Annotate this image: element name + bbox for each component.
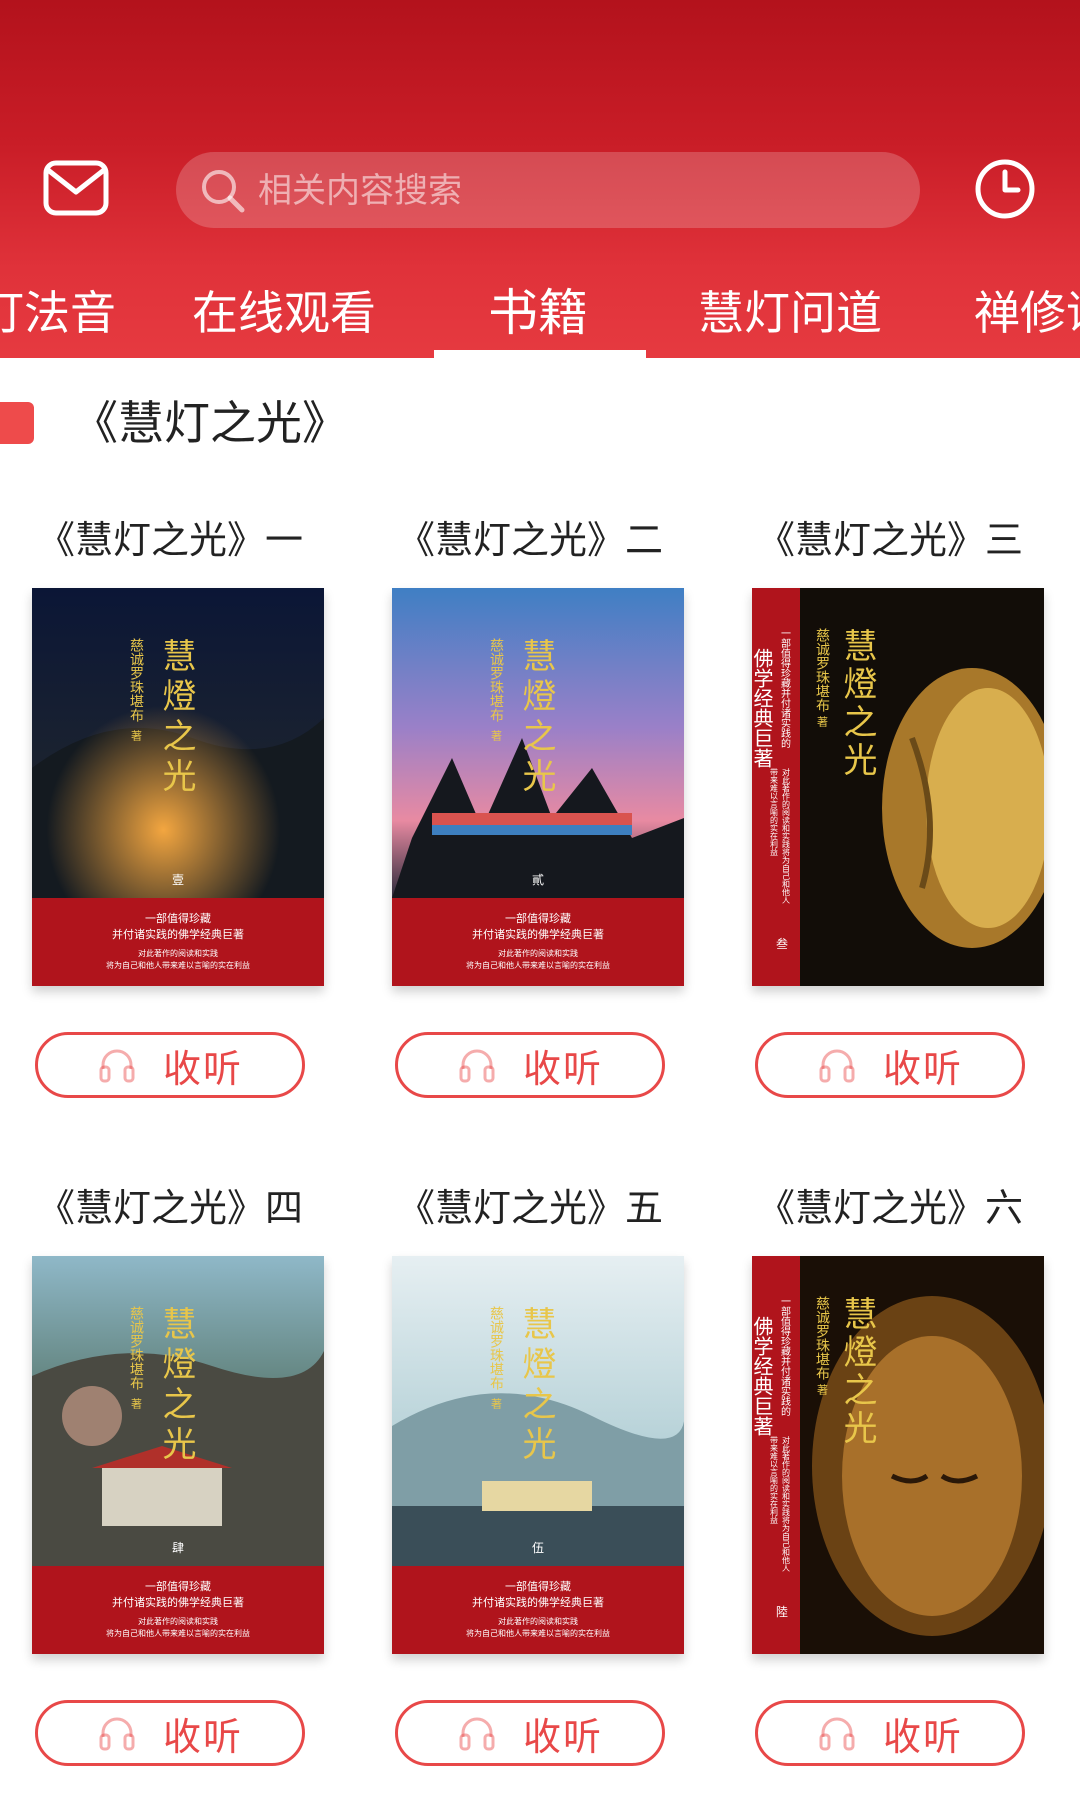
active-tab-indicator bbox=[434, 350, 646, 358]
cover-blurb2: 将为自己和他人带来难以言喻的实在利益 bbox=[466, 1628, 610, 1638]
clock-icon bbox=[975, 159, 1035, 219]
cover-side-tagline: 一部值得珍藏并付诸实践的 bbox=[779, 628, 791, 749]
book-title[interactable]: 《慧灯之光》二 bbox=[380, 512, 680, 568]
book-title[interactable]: 《慧灯之光》六 bbox=[740, 1180, 1040, 1236]
cover-blurb2: 带来难以言喻的实在利益 bbox=[770, 1436, 779, 1524]
cover-author-mark: 著 bbox=[816, 1383, 829, 1396]
listen-button[interactable]: 收听 bbox=[395, 1700, 665, 1766]
cover-author: 慈诚罗珠堪布 bbox=[488, 638, 504, 722]
cover-blurb: 对此著作的阅读和实践将为自己和他人 bbox=[782, 767, 791, 904]
cover-author: 慈诚罗珠堪布 bbox=[128, 638, 144, 722]
cover-book-name: 慧燈之光 bbox=[156, 1306, 196, 1466]
book-title[interactable]: 《慧灯之光》四 bbox=[20, 1180, 320, 1236]
cover-volume: 叁 bbox=[776, 936, 788, 951]
tab-books[interactable]: 书籍 bbox=[488, 276, 588, 350]
cover-author: 慈诚罗珠堪布 bbox=[814, 628, 830, 712]
cover-blurb2: 将为自己和他人带来难以言喻的实在利益 bbox=[466, 960, 610, 970]
tab-online-video[interactable]: 在线观看 bbox=[192, 276, 376, 350]
listen-label: 收听 bbox=[162, 1714, 243, 1759]
headphones-icon bbox=[99, 1049, 135, 1083]
category-tabs: 灯法音 在线观看 书籍 慧灯问道 禅修课 bbox=[0, 268, 1080, 358]
listen-label: 收听 bbox=[882, 1714, 963, 1759]
cover-volume: 伍 bbox=[532, 1541, 544, 1555]
listen-button[interactable]: 收听 bbox=[35, 1032, 305, 1098]
listen-label: 收听 bbox=[162, 1046, 243, 1091]
cover-tagline2: 并付诸实践的佛学经典巨著 bbox=[472, 927, 604, 941]
headphones-icon bbox=[459, 1049, 495, 1083]
listen-button[interactable]: 收听 bbox=[755, 1700, 1025, 1766]
book-cover[interactable]: 慈诚罗珠堪布 著 慧燈之光 壹 一部值得珍藏 并付诸实践的佛学经典巨著 对此著作… bbox=[32, 588, 324, 986]
cover-tagline2: 并付诸实践的佛学经典巨著 bbox=[112, 927, 244, 941]
cover-side-title: 佛学经典巨著 bbox=[752, 648, 774, 768]
cover-blurb2: 带来难以言喻的实在利益 bbox=[770, 768, 779, 856]
book-cover[interactable]: 慈诚罗珠堪布 著 慧燈之光 伍 一部值得珍藏 并付诸实践的佛学经典巨著 对此著作… bbox=[392, 1256, 684, 1654]
headphones-icon bbox=[459, 1717, 495, 1751]
listen-label: 收听 bbox=[522, 1714, 603, 1759]
cover-blurb2: 将为自己和他人带来难以言喻的实在利益 bbox=[106, 960, 250, 970]
cover-author: 慈诚罗珠堪布 bbox=[488, 1306, 504, 1390]
cover-author-mark: 著 bbox=[816, 715, 829, 728]
listen-button[interactable]: 收听 bbox=[395, 1032, 665, 1098]
book-cover[interactable]: 慈诚罗珠堪布 著 慧燈之光 肆 一部值得珍藏 并付诸实践的佛学经典巨著 对此著作… bbox=[32, 1256, 324, 1654]
tab-meditation[interactable]: 禅修课 bbox=[974, 276, 1080, 350]
section-header: 《慧灯之光》 bbox=[0, 388, 1080, 458]
cover-tagline: 一部值得珍藏 bbox=[505, 1579, 571, 1593]
cover-volume: 陸 bbox=[776, 1605, 788, 1619]
search-input[interactable] bbox=[256, 152, 890, 230]
search-bar[interactable] bbox=[176, 152, 920, 230]
history-button[interactable] bbox=[974, 158, 1036, 220]
book-title[interactable]: 《慧灯之光》五 bbox=[380, 1180, 680, 1236]
cover-tagline: 一部值得珍藏 bbox=[145, 1579, 211, 1593]
book-cover[interactable]: 佛学经典巨著 一部值得珍藏并付诸实践的 慈诚罗珠堪布 著 慧燈之光 对此著作的阅… bbox=[752, 588, 1044, 986]
cover-blurb2: 将为自己和他人带来难以言喻的实在利益 bbox=[106, 1628, 250, 1638]
tab-audio[interactable]: 灯法音 bbox=[0, 276, 116, 350]
cover-volume: 壹 bbox=[172, 873, 184, 887]
search-icon bbox=[202, 170, 245, 213]
cover-side-title: 佛学经典巨著 bbox=[752, 1316, 774, 1436]
book-title[interactable]: 《慧灯之光》一 bbox=[20, 512, 320, 568]
message-button[interactable] bbox=[43, 160, 109, 216]
cover-book-name: 慧燈之光 bbox=[837, 628, 877, 780]
cover-book-name: 慧燈之光 bbox=[516, 638, 556, 798]
cover-tagline2: 并付诸实践的佛学经典巨著 bbox=[472, 1595, 604, 1609]
cover-tagline2: 并付诸实践的佛学经典巨著 bbox=[112, 1595, 244, 1609]
headphones-icon bbox=[99, 1717, 135, 1751]
cover-author-mark: 著 bbox=[130, 729, 143, 742]
section-title: 《慧灯之光》 bbox=[72, 396, 348, 450]
cover-blurb: 对此著作的阅读和实践 bbox=[138, 1616, 218, 1626]
cover-author-mark: 著 bbox=[130, 1397, 143, 1410]
book-title[interactable]: 《慧灯之光》三 bbox=[740, 512, 1040, 568]
listen-label: 收听 bbox=[522, 1046, 603, 1091]
section-marker bbox=[0, 402, 34, 444]
listen-label: 收听 bbox=[882, 1046, 963, 1091]
headphones-icon bbox=[819, 1717, 855, 1751]
cover-blurb: 对此著作的阅读和实践 bbox=[498, 1616, 578, 1626]
cover-author: 慈诚罗珠堪布 bbox=[814, 1296, 830, 1380]
tab-wisdom-qa[interactable]: 慧灯问道 bbox=[698, 276, 882, 350]
listen-button[interactable]: 收听 bbox=[755, 1032, 1025, 1098]
cover-author-mark: 著 bbox=[490, 729, 503, 742]
cover-blurb: 对此著作的阅读和实践 bbox=[498, 948, 578, 958]
headphones-icon bbox=[819, 1049, 855, 1083]
cover-volume: 肆 bbox=[172, 1541, 184, 1555]
cover-book-name: 慧燈之光 bbox=[837, 1296, 877, 1448]
book-cover[interactable]: 佛学经典巨著 一部值得珍藏并付诸实践的 慈诚罗珠堪布 著 慧燈之光 对此著作的阅… bbox=[752, 1256, 1044, 1654]
cover-tagline: 一部值得珍藏 bbox=[505, 911, 571, 925]
envelope-icon bbox=[43, 160, 109, 216]
cover-author-mark: 著 bbox=[490, 1397, 503, 1410]
book-cover[interactable]: 慈诚罗珠堪布 著 慧燈之光 貳 一部值得珍藏 并付诸实践的佛学经典巨著 对此著作… bbox=[392, 588, 684, 986]
cover-book-name: 慧燈之光 bbox=[516, 1306, 556, 1466]
cover-blurb: 对此著作的阅读和实践将为自己和他人 bbox=[782, 1435, 791, 1572]
cover-tagline: 一部值得珍藏 bbox=[145, 911, 211, 925]
cover-blurb: 对此著作的阅读和实践 bbox=[138, 948, 218, 958]
listen-button[interactable]: 收听 bbox=[35, 1700, 305, 1766]
cover-side-tagline: 一部值得珍藏并付诸实践的 bbox=[779, 1296, 791, 1417]
cover-author: 慈诚罗珠堪布 bbox=[128, 1306, 144, 1390]
cover-book-name: 慧燈之光 bbox=[156, 638, 196, 798]
app-header: 灯法音 在线观看 书籍 慧灯问道 禅修课 bbox=[0, 0, 1080, 358]
cover-volume: 貳 bbox=[532, 872, 544, 887]
